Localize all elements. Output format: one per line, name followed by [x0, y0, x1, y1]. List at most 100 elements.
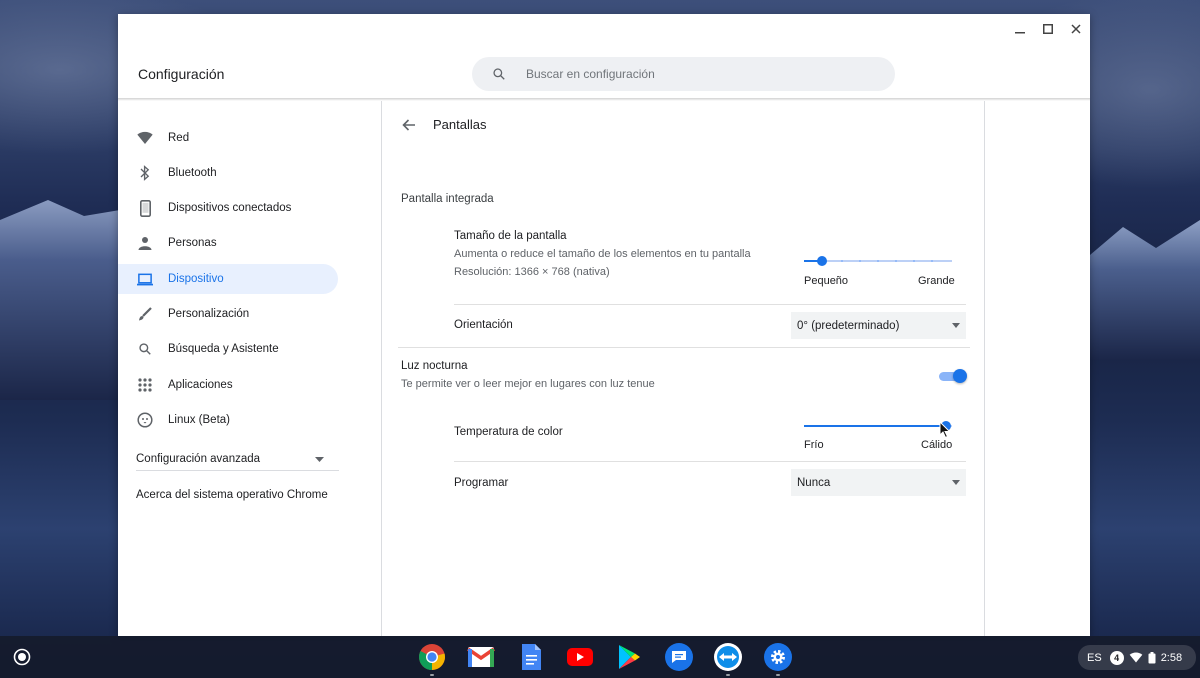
battery-icon [1148, 651, 1156, 663]
wallpaper-mountain-left [0, 200, 120, 400]
color-temperature-slider[interactable] [804, 418, 954, 434]
brush-icon [137, 306, 153, 322]
sidebar-item-personas[interactable]: Personas [118, 228, 338, 258]
advanced-settings-label: Configuración avanzada [136, 453, 261, 465]
about-chrome-os-link[interactable]: Acerca del sistema operativo Chrome [136, 489, 328, 501]
maximize-button[interactable] [1034, 14, 1062, 44]
search-input[interactable] [526, 67, 856, 81]
search-box[interactable] [472, 57, 895, 91]
settings-app[interactable] [764, 643, 792, 671]
sidebar-item-label: Dispositivo [168, 273, 224, 285]
schedule-value: Nunca [797, 476, 831, 489]
slider-tick [859, 260, 861, 262]
sidebar-item-busqueda-asistente[interactable]: Búsqueda y Asistente [118, 334, 338, 364]
orientation-label: Orientación [454, 319, 513, 331]
minimize-icon [1015, 32, 1025, 34]
launcher-button[interactable] [11, 646, 33, 668]
chevron-down-icon [315, 456, 324, 462]
sidebar-item-personalizacion[interactable]: Personalización [118, 299, 338, 329]
apps-grid-icon [137, 377, 153, 393]
input-method-indicator: ES [1087, 651, 1102, 664]
display-resolution: Resolución: 1366 × 768 (nativa) [454, 266, 610, 278]
chrome-app[interactable] [418, 643, 446, 671]
divider [454, 461, 966, 462]
sidebar-item-label: Personas [168, 237, 217, 249]
night-light-title: Luz nocturna [401, 360, 468, 372]
color-temperature-max-label: Cálido [921, 439, 953, 451]
messages-app[interactable] [665, 643, 693, 671]
window-controls [1006, 14, 1090, 44]
gmail-app[interactable] [467, 643, 495, 671]
wallpaper-mountain-right [1090, 220, 1200, 360]
teamviewer-app[interactable] [714, 643, 742, 671]
youtube-icon [567, 648, 593, 666]
night-light-toggle[interactable] [939, 369, 967, 383]
messages-icon [672, 651, 686, 663]
sidebar-item-aplicaciones[interactable]: Aplicaciones [118, 370, 338, 400]
sidebar-item-dispositivo[interactable]: Dispositivo [118, 264, 338, 294]
notification-count-badge: 4 [1109, 650, 1124, 665]
close-button[interactable] [1062, 14, 1090, 44]
slider-tick [877, 260, 879, 262]
search-icon [493, 68, 505, 80]
youtube-app[interactable] [566, 643, 594, 671]
play-store-app[interactable] [615, 643, 643, 671]
schedule-select[interactable]: Nunca [791, 469, 966, 496]
launcher-icon [13, 648, 31, 666]
person-icon [137, 235, 153, 251]
search-icon [137, 341, 153, 357]
orientation-select[interactable]: 0° (predeterminado) [791, 312, 966, 339]
shelf: ES 4 2:58 [0, 636, 1200, 678]
sidebar-item-label: Aplicaciones [168, 379, 233, 391]
docs-app[interactable] [517, 643, 545, 671]
titlebar: Configuración [118, 14, 1090, 100]
dropdown-arrow-icon [952, 480, 960, 485]
minimize-button[interactable] [1006, 14, 1034, 44]
display-size-min-label: Pequeño [804, 275, 849, 287]
sidebar-item-bluetooth[interactable]: Bluetooth [118, 158, 338, 188]
orientation-value: 0° (predeterminado) [797, 319, 900, 332]
display-size-slider[interactable] [804, 253, 954, 269]
teamviewer-icon [717, 646, 739, 668]
advanced-settings-toggle[interactable]: Configuración avanzada [136, 449, 324, 469]
slider-knob[interactable] [817, 256, 827, 266]
sidebar-divider [136, 470, 339, 471]
linux-penguin-icon [137, 412, 153, 428]
dropdown-arrow-icon [952, 323, 960, 328]
phone-icon [137, 199, 153, 217]
toggle-knob [953, 369, 967, 383]
chrome-icon [419, 644, 445, 670]
sidebar-item-label: Dispositivos conectados [168, 202, 292, 214]
page-title: Pantallas [433, 117, 487, 132]
play-store-icon [619, 645, 640, 669]
clock: 2:58 [1160, 651, 1183, 664]
slider-tick [841, 260, 843, 262]
color-temperature-label: Temperatura de color [454, 426, 563, 438]
sidebar-item-linux[interactable]: Linux (Beta) [118, 405, 338, 435]
slider-tick [931, 260, 933, 262]
sidebar-item-label: Búsqueda y Asistente [168, 343, 279, 355]
schedule-label: Programar [454, 477, 509, 489]
close-icon [1071, 24, 1081, 34]
display-size-max-label: Grande [918, 275, 955, 287]
display-size-title: Tamaño de la pantalla [454, 230, 567, 242]
sidebar: Red Bluetooth Dispositivos conectados Pe… [118, 101, 382, 636]
back-button[interactable] [399, 115, 419, 135]
maximize-icon [1043, 24, 1053, 34]
sidebar-item-red[interactable]: Red [118, 123, 338, 153]
laptop-icon [137, 271, 153, 287]
gmail-icon [467, 647, 495, 667]
sidebar-item-dispositivos-conectados[interactable]: Dispositivos conectados [118, 193, 338, 223]
running-indicator [776, 674, 780, 676]
arrow-back-icon [402, 119, 415, 131]
bluetooth-icon [137, 165, 153, 181]
divider [454, 304, 966, 305]
settings-window: Configuración Red Bluetooth Dispositivos… [118, 14, 1090, 636]
sidebar-item-label: Bluetooth [168, 167, 217, 179]
status-tray[interactable]: ES 4 2:58 [1078, 645, 1196, 670]
sidebar-item-label: Linux (Beta) [168, 414, 231, 426]
mouse-cursor-icon [939, 421, 951, 439]
night-light-description: Te permite ver o leer mejor en lugares c… [401, 378, 655, 390]
main-content: Pantallas Pantalla integrada Tamaño de l… [383, 101, 985, 636]
settings-gear-icon [771, 650, 785, 664]
